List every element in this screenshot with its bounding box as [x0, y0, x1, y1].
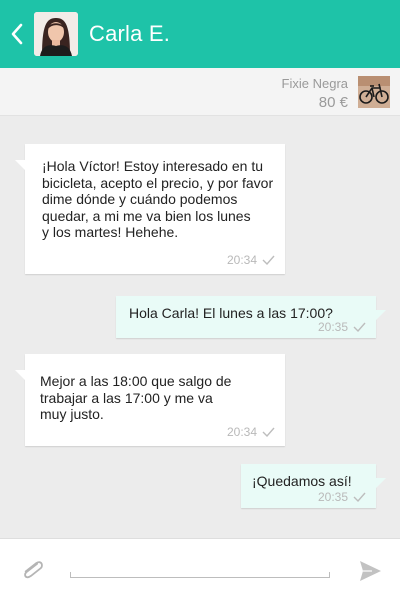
- checkmark-icon: [353, 492, 366, 502]
- chat-header: Carla E.: [0, 0, 400, 68]
- message-outgoing[interactable]: Hola Carla! El lunes a las 17:00? 20:35: [116, 296, 386, 338]
- product-price: 80 €: [318, 94, 348, 111]
- input-underline: [70, 577, 330, 578]
- checkmark-icon: [353, 322, 366, 332]
- message-text: Mejor a las 18:00 que salgo de trabajar …: [40, 373, 232, 422]
- message-meta: 20:35: [318, 489, 366, 506]
- product-info: Fixie Negra 80 €: [282, 76, 348, 112]
- product-name: Fixie Negra: [281, 76, 348, 91]
- product-thumbnail[interactable]: [358, 76, 390, 108]
- back-button[interactable]: [0, 0, 34, 68]
- send-button[interactable]: [356, 557, 384, 585]
- send-icon: [360, 561, 381, 581]
- message-time: 20:34: [226, 424, 257, 439]
- message-text: ¡Hola Víctor! Estoy interesado en tu bic…: [42, 158, 274, 240]
- message-input[interactable]: [70, 550, 330, 578]
- message-time: 20:35: [317, 489, 348, 504]
- product-bar[interactable]: Fixie Negra 80 €: [0, 68, 400, 116]
- message-time: 20:34: [226, 252, 257, 267]
- message-text: ¡Quedamos así!: [252, 473, 352, 489]
- message-incoming[interactable]: Mejor a las 18:00 que salgo de trabajar …: [15, 354, 285, 446]
- message-meta: 20:34: [227, 424, 275, 441]
- checkmark-icon: [262, 255, 275, 265]
- attach-button[interactable]: [18, 556, 46, 584]
- contact-name[interactable]: Carla E.: [89, 21, 170, 47]
- message-meta: 20:35: [318, 319, 366, 336]
- paperclip-icon: [24, 561, 43, 579]
- message-meta: 20:34: [227, 252, 275, 269]
- checkmark-icon: [262, 427, 275, 437]
- message-incoming[interactable]: ¡Hola Víctor! Estoy interesado en tu bic…: [15, 144, 285, 274]
- bicycle-icon: [358, 76, 390, 108]
- avatar[interactable]: [34, 12, 78, 56]
- message-outgoing[interactable]: ¡Quedamos así! 20:35: [241, 464, 386, 508]
- chevron-left-icon: [11, 23, 23, 45]
- message-time: 20:35: [317, 319, 348, 334]
